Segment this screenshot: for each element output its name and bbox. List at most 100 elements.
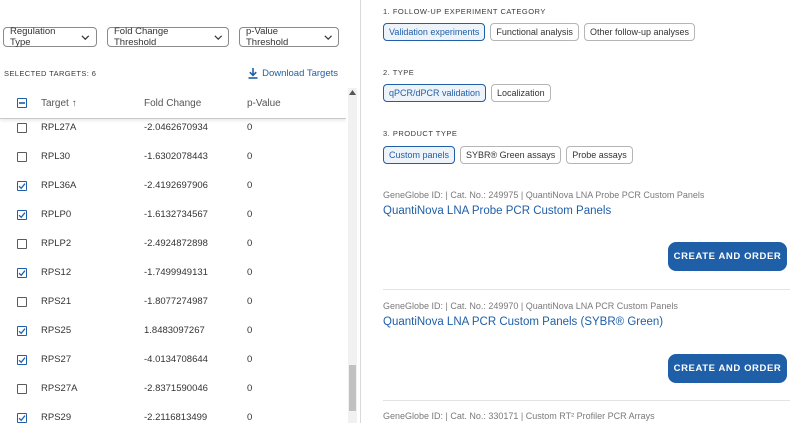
table-body: RPL27A -2.0462670934 0 RPL30 -1.6302078443 0 R… xyxy=(0,113,346,423)
row-checkbox[interactable] xyxy=(17,238,27,249)
filter-bar: Regulation Type Fold Change Threshold p-… xyxy=(3,26,339,48)
p-value-cell: 0 xyxy=(247,354,253,365)
table-header: Target ↑ Fold Change p-Value xyxy=(0,88,346,119)
table-row[interactable]: RPS12 -1.7499949131 0 xyxy=(0,258,346,287)
product-name-link[interactable]: QuantiNova LNA PCR Custom Panels (SYBR® … xyxy=(383,316,678,328)
row-checkbox[interactable] xyxy=(17,383,27,394)
fold-change-threshold-dropdown[interactable]: Fold Change Threshold xyxy=(107,26,229,48)
row-checkbox[interactable] xyxy=(17,267,27,278)
p-value-threshold-label: p-Value Threshold xyxy=(246,26,289,48)
divider xyxy=(383,289,790,290)
followup-option-3[interactable]: Other follow-up analyses xyxy=(583,23,695,41)
checkmark-icon xyxy=(18,182,26,189)
fold-change-cell: -2.4192697906 xyxy=(144,180,208,191)
target-cell: RPS29 xyxy=(41,412,72,423)
p-value-cell: 0 xyxy=(247,267,253,278)
product-type-option-3[interactable]: Probe assays xyxy=(566,146,633,164)
table-row[interactable]: RPLP2 -2.4924872898 0 xyxy=(0,229,346,258)
target-cell: RPS21 xyxy=(41,296,72,307)
select-all-checkbox[interactable] xyxy=(17,98,27,108)
regulation-type-dropdown[interactable]: Regulation Type xyxy=(3,26,97,48)
product-type-option-1[interactable]: Custom panels xyxy=(383,146,456,164)
fold-change-cell: -2.4924872898 xyxy=(144,238,208,249)
target-cell: RPL36A xyxy=(41,180,77,191)
target-column-header[interactable]: Target ↑ xyxy=(41,98,144,109)
chevron-down-icon xyxy=(213,34,222,40)
followup-option-1[interactable]: Validation experiments xyxy=(383,23,486,41)
table-row[interactable]: RPS21 -1.8077274987 0 xyxy=(0,287,346,316)
download-targets-link[interactable]: Download Targets xyxy=(248,67,338,79)
table-row[interactable]: RPS29 -2.2116813499 0 xyxy=(0,403,346,423)
product-card: GeneGlobe ID: | Cat. No.: 330171 | Custo… xyxy=(383,411,655,421)
table-row[interactable]: RPS25 1.8483097267 0 xyxy=(0,316,346,345)
fold-change-cell: -4.0134708644 xyxy=(144,354,208,365)
target-cell: RPLP2 xyxy=(41,238,72,249)
checkmark-icon xyxy=(18,211,26,218)
target-header-label: Target xyxy=(41,97,69,109)
row-checkbox[interactable] xyxy=(17,412,27,423)
fold-change-cell: -1.8077274987 xyxy=(144,296,208,307)
checkmark-icon xyxy=(18,269,26,276)
p-value-column-header[interactable]: p-Value xyxy=(247,98,281,109)
fold-change-cell: -2.8371590046 xyxy=(144,383,208,394)
row-checkbox[interactable] xyxy=(17,296,27,307)
fold-change-cell: -2.2116813499 xyxy=(144,412,208,423)
type-options: qPCR/dPCR validation Localization xyxy=(383,84,551,102)
sort-ascending-icon: ↑ xyxy=(71,97,77,109)
target-cell: RPS25 xyxy=(41,325,72,336)
row-checkbox[interactable] xyxy=(17,209,27,220)
row-checkbox[interactable] xyxy=(17,325,27,336)
product-meta: GeneGlobe ID: | Cat. No.: 249970 | Quant… xyxy=(383,301,678,311)
checkmark-icon xyxy=(18,327,26,334)
p-value-cell: 0 xyxy=(247,122,253,133)
scroll-up-icon[interactable] xyxy=(349,90,356,95)
row-checkbox[interactable] xyxy=(17,180,27,191)
p-value-cell: 0 xyxy=(247,151,253,162)
table-row[interactable]: RPL30 -1.6302078443 0 xyxy=(0,142,346,171)
targets-panel: Regulation Type Fold Change Threshold p-… xyxy=(0,0,360,423)
create-and-order-button[interactable]: CREATE AND ORDER xyxy=(668,354,787,383)
fold-change-cell: -1.7499949131 xyxy=(144,267,208,278)
row-checkbox[interactable] xyxy=(17,151,27,162)
product-type-title: 3. PRODUCT TYPE xyxy=(383,129,458,138)
create-and-order-button[interactable]: CREATE AND ORDER xyxy=(668,242,787,271)
p-value-cell: 0 xyxy=(247,238,253,249)
fold-change-threshold-label: Fold Change Threshold xyxy=(114,26,169,48)
table-row[interactable]: RPLP0 -1.6132734567 0 xyxy=(0,200,346,229)
row-checkbox[interactable] xyxy=(17,354,27,365)
chevron-down-icon xyxy=(81,34,90,40)
fold-change-column-header[interactable]: Fold Change xyxy=(144,98,247,109)
selected-targets-count: SELECTED TARGETS: 6 xyxy=(4,68,97,78)
target-cell: RPS27 xyxy=(41,354,72,365)
table-scrollbar[interactable] xyxy=(348,88,357,423)
p-value-cell: 0 xyxy=(247,383,253,394)
type-option-2[interactable]: Localization xyxy=(491,84,551,102)
targets-table: RPL27A -2.0462670934 0 RPL30 -1.6302078443 0 R… xyxy=(0,88,346,423)
table-row[interactable]: RPL36A -2.4192697906 0 xyxy=(0,171,346,200)
table-row[interactable]: RPS27A -2.8371590046 0 xyxy=(0,374,346,403)
target-cell: RPS12 xyxy=(41,267,72,278)
download-targets-label: Download Targets xyxy=(262,67,338,79)
followup-category-title: 1. FOLLOW-UP EXPERIMENT CATEGORY xyxy=(383,7,546,16)
type-option-1[interactable]: qPCR/dPCR validation xyxy=(383,84,487,102)
checkmark-icon xyxy=(18,356,26,363)
scrollbar-thumb[interactable] xyxy=(349,365,356,411)
p-value-threshold-dropdown[interactable]: p-Value Threshold xyxy=(239,26,339,48)
type-title: 2. TYPE xyxy=(383,68,415,77)
followup-option-2[interactable]: Functional analysis xyxy=(490,23,579,41)
followup-category-options: Validation experiments Functional analysi… xyxy=(383,23,695,41)
product-name-link[interactable]: QuantiNova LNA Probe PCR Custom Panels xyxy=(383,205,704,217)
product-type-option-2[interactable]: SYBR® Green assays xyxy=(460,146,562,164)
p-value-cell: 0 xyxy=(247,296,253,307)
row-checkbox[interactable] xyxy=(17,122,27,133)
table-row[interactable]: RPS27 -4.0134708644 0 xyxy=(0,345,346,374)
follow-up-panel: 1. FOLLOW-UP EXPERIMENT CATEGORY Validat… xyxy=(360,0,800,423)
fold-change-cell: -1.6302078443 xyxy=(144,151,208,162)
p-value-cell: 0 xyxy=(247,209,253,220)
target-cell: RPL27A xyxy=(41,122,77,133)
fold-change-cell: -2.0462670934 xyxy=(144,122,208,133)
product-card: GeneGlobe ID: | Cat. No.: 249970 | Quant… xyxy=(383,301,678,328)
product-meta: GeneGlobe ID: | Cat. No.: 330171 | Custo… xyxy=(383,411,655,421)
product-type-options: Custom panels SYBR® Green assays Probe ass… xyxy=(383,146,633,164)
target-cell: RPS27A xyxy=(41,383,78,394)
